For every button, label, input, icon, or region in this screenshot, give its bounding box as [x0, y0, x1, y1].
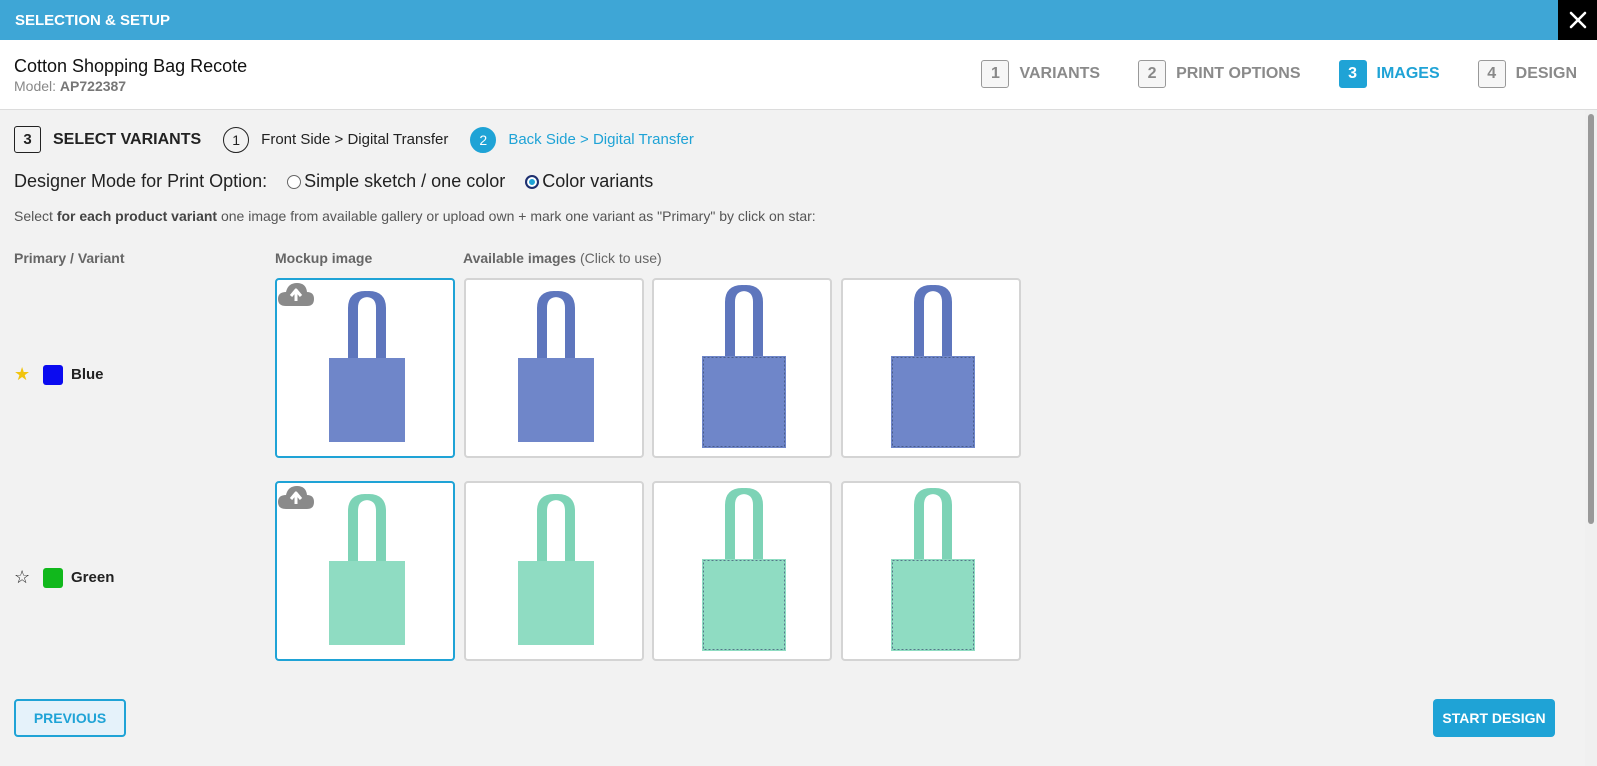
mode-radio-color-variants[interactable]: Color variants	[525, 171, 653, 192]
product-model: Model: AP722387	[14, 78, 126, 94]
radio-circle[interactable]	[525, 174, 540, 189]
instruction-bold: for each product variant	[56, 208, 218, 224]
upload-cloud-icon[interactable]	[277, 280, 315, 308]
available-note: (Click to use)	[579, 250, 662, 266]
section-number: 3	[14, 126, 41, 153]
tote-bag-image	[702, 487, 786, 651]
tote-bag-image	[702, 284, 786, 448]
wizard-step-number: 1	[981, 60, 1010, 88]
wizard-step-design[interactable]: 4 DESIGN	[1477, 60, 1577, 88]
wizard-step-number: 2	[1138, 60, 1167, 88]
column-header-primary-variant: Primary / Variant	[14, 250, 125, 266]
close-button[interactable]	[1558, 0, 1597, 40]
radio-label: Simple sketch / one color	[304, 171, 506, 191]
column-header-available: Available images (Click to use)	[463, 250, 662, 266]
mode-radio-simple-sketch[interactable]: Simple sketch / one color	[287, 171, 505, 192]
wizard-step-label: VARIANTS	[1019, 65, 1101, 82]
tote-bag-image	[891, 487, 975, 651]
section-title: SELECT VARIANTS	[53, 130, 202, 148]
vertical-scrollbar[interactable]	[1585, 110, 1597, 766]
tote-bag-image	[891, 284, 975, 448]
content-area: 3 SELECT VARIANTS 1 Front Side > Digital…	[0, 110, 1585, 766]
wizard-step-images[interactable]: 3 IMAGES	[1338, 60, 1440, 88]
previous-button[interactable]: PREVIOUS	[14, 699, 126, 737]
available-image[interactable]	[464, 481, 644, 661]
column-header-mockup: Mockup image	[275, 250, 373, 266]
color-swatch	[43, 567, 63, 588]
print-side-back[interactable]: 2 Back Side > Digital Transfer	[470, 126, 694, 153]
product-header: Cotton Shopping Bag Recote Model: AP7223…	[0, 40, 1597, 110]
wizard-step-number: 3	[1338, 60, 1367, 88]
color-swatch	[43, 364, 63, 385]
mockup-image-blue[interactable]	[275, 278, 455, 458]
variant-name: Blue	[71, 366, 104, 383]
available-image[interactable]	[464, 278, 644, 458]
wizard-step-print-options[interactable]: 2 PRINT OPTIONS	[1138, 60, 1301, 88]
close-icon	[1569, 11, 1586, 29]
wizard-step-label: DESIGN	[1515, 65, 1577, 82]
designer-mode-label: Designer Mode for Print Option:	[14, 171, 268, 191]
instruction-text: Select for each product variant one imag…	[14, 208, 816, 224]
wizard-step-label: PRINT OPTIONS	[1176, 65, 1301, 82]
available-image[interactable]	[652, 278, 832, 458]
star-icon[interactable]: ★	[14, 364, 32, 385]
print-side-number: 1	[223, 126, 250, 153]
dialog-titlebar: SELECTION & SETUP	[0, 0, 1597, 40]
variant-row-blue: ★ Blue	[14, 364, 104, 385]
instruction-pre: Select	[14, 208, 57, 224]
print-side-front[interactable]: 1 Front Side > Digital Transfer	[223, 126, 449, 153]
variant-row-green: ☆ Green	[14, 567, 114, 588]
dialog-title: SELECTION & SETUP	[15, 12, 171, 29]
available-image[interactable]	[841, 481, 1021, 661]
available-image[interactable]	[841, 278, 1021, 458]
start-design-button[interactable]: START DESIGN	[1433, 699, 1555, 737]
tote-bag-image	[518, 493, 594, 645]
radio-circle[interactable]	[287, 174, 302, 189]
wizard-step-number: 4	[1477, 60, 1506, 88]
instruction-post: one image from available gallery or uplo…	[217, 208, 816, 224]
wizard-step-variants[interactable]: 1 VARIANTS	[981, 60, 1100, 88]
tote-bag-image	[518, 290, 594, 442]
wizard-step-label: IMAGES	[1376, 65, 1440, 82]
scrollbar-thumb[interactable]	[1588, 114, 1594, 524]
radio-label: Color variants	[542, 171, 654, 191]
print-side-label: Back Side > Digital Transfer	[508, 131, 694, 148]
print-side-label: Front Side > Digital Transfer	[261, 131, 449, 148]
mockup-image-green[interactable]	[275, 481, 455, 661]
designer-mode-row: Designer Mode for Print Option: Simple s…	[14, 171, 673, 192]
upload-cloud-icon[interactable]	[277, 483, 315, 511]
model-label: Model:	[14, 78, 57, 94]
star-icon[interactable]: ☆	[14, 567, 32, 588]
product-name: Cotton Shopping Bag Recote	[14, 56, 248, 76]
substep-row: 3 SELECT VARIANTS 1 Front Side > Digital…	[14, 126, 716, 153]
wizard-steps: 1 VARIANTS 2 PRINT OPTIONS 3 IMAGES 4 DE…	[981, 60, 1577, 88]
variant-name: Green	[71, 569, 115, 586]
available-image[interactable]	[652, 481, 832, 661]
model-value: AP722387	[59, 78, 127, 94]
available-label: Available images	[463, 250, 577, 266]
print-side-number: 2	[470, 126, 497, 153]
